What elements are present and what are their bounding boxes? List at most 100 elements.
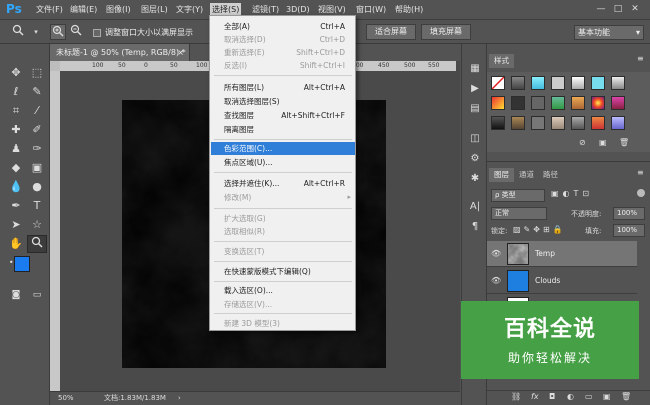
zoom-in-icon[interactable] [50, 24, 66, 40]
menu-item-similar[interactable]: 选取相似(R) [211, 225, 355, 238]
fill-screen-button[interactable]: 填充屏幕 [421, 24, 471, 40]
menu-edit[interactable]: 编辑(E) [68, 3, 99, 17]
chevron-right-icon[interactable]: › [178, 392, 181, 405]
close-icon[interactable]: × [177, 44, 184, 61]
style-swatch[interactable] [591, 76, 605, 90]
menu-item-isolate-layers[interactable]: 隔离图层 [211, 123, 355, 136]
style-swatch[interactable] [591, 116, 605, 130]
properties-panel-icon[interactable]: ▤ [468, 102, 482, 116]
resize-windows-checkbox[interactable] [93, 29, 101, 37]
style-swatch[interactable] [551, 76, 565, 90]
style-swatch[interactable] [611, 76, 625, 90]
menu-item-save-selection[interactable]: 存储选区(V)... [211, 298, 355, 311]
style-swatch[interactable] [571, 96, 585, 110]
menu-item-quick-mask-edit[interactable]: 在快速蒙版模式下编辑(Q) [211, 265, 355, 278]
quick-mask-icon[interactable]: ◙ [6, 286, 26, 304]
foreground-color-swatch[interactable] [14, 256, 30, 272]
style-swatch[interactable] [511, 76, 525, 90]
menu-item-new-3d-model[interactable]: 新建 3D 模型(3) [211, 317, 355, 330]
menu-window[interactable]: 窗口(W) [354, 3, 388, 17]
character-panel-icon[interactable]: A| [468, 200, 482, 214]
style-swatch[interactable] [511, 116, 525, 130]
trash-icon[interactable]: 🗑 [619, 138, 629, 147]
tab-paths[interactable]: 路径 [543, 168, 558, 182]
style-swatch[interactable] [491, 96, 505, 110]
link-icon[interactable]: ⛓ [511, 392, 521, 401]
path-select-tool-icon[interactable]: ➤ [6, 216, 26, 234]
trash-icon[interactable]: 🗑 [621, 392, 631, 401]
menu-item-inverse[interactable]: 反选(I) Shift+Ctrl+I [211, 59, 355, 72]
zoom-level[interactable]: 50% [58, 392, 74, 405]
style-swatch[interactable] [531, 76, 545, 90]
panel-menu-icon[interactable]: ≡ [637, 54, 644, 63]
menu-item-find-layers[interactable]: 查找图层 Alt+Shift+Ctrl+F [211, 109, 355, 122]
menu-item-select-and-mask[interactable]: 选择并遮住(K)... Alt+Ctrl+R [211, 177, 355, 190]
history-panel-icon[interactable]: ▦ [468, 62, 482, 76]
menu-help[interactable]: 帮助(H) [393, 3, 425, 17]
menu-item-select-all[interactable]: 全部(A) Ctrl+A [211, 20, 355, 33]
info-panel-icon[interactable]: ◫ [468, 132, 482, 146]
quick-select-tool-icon[interactable]: ✎ [27, 83, 47, 101]
stamp-tool-icon[interactable]: ♟ [6, 140, 26, 158]
menu-item-deselect[interactable]: 取消选择(D) Ctrl+D [211, 33, 355, 46]
menu-item-all-layers[interactable]: 所有图层(L) Alt+Ctrl+A [211, 81, 355, 94]
clear-style-icon[interactable]: ⊘ [579, 138, 586, 147]
eye-icon[interactable]: 👁 [491, 249, 501, 258]
style-none-swatch[interactable] [491, 76, 505, 90]
menu-item-modify[interactable]: 修改(M) ▸ [211, 191, 355, 204]
close-button[interactable]: ✕ [628, 3, 642, 16]
menu-item-reselect[interactable]: 重新选择(E) Shift+Ctrl+D [211, 46, 355, 59]
tab-styles[interactable]: 样式 [489, 54, 514, 68]
gradient-tool-icon[interactable]: ▣ [27, 159, 47, 177]
style-swatch[interactable] [611, 116, 625, 130]
tab-channels[interactable]: 通道 [519, 168, 534, 182]
dodge-tool-icon[interactable]: ● [27, 178, 47, 196]
style-swatch[interactable] [591, 96, 605, 110]
layer-row-temp[interactable]: 👁 Temp [487, 241, 637, 267]
chevron-down-icon[interactable]: ▾ [28, 24, 44, 40]
screen-mode-icon[interactable]: ▭ [27, 286, 47, 304]
mask-icon[interactable]: ◘ [549, 392, 555, 401]
style-swatch[interactable] [531, 116, 545, 130]
style-swatch[interactable] [551, 96, 565, 110]
layer-filter-icons[interactable]: ▣◐T⊡ [551, 189, 593, 198]
menu-item-grow[interactable]: 扩大选取(G) [211, 212, 355, 225]
brush-tool-icon[interactable]: ✐ [27, 121, 47, 139]
style-swatch[interactable] [571, 116, 585, 130]
blend-mode-select[interactable]: 正常 [491, 207, 547, 220]
menu-type[interactable]: 文字(Y) [174, 3, 205, 17]
fill-field[interactable]: 100% [613, 224, 645, 237]
eye-icon[interactable]: 👁 [491, 276, 501, 285]
menu-item-transform-selection[interactable]: 变换选区(T) [211, 245, 355, 258]
menu-item-deselect-layers[interactable]: 取消选择图层(S) [211, 95, 355, 108]
type-tool-icon[interactable]: T [27, 197, 47, 215]
lock-icons[interactable]: ▨✎✥⊞🔒 [513, 225, 566, 234]
zoom-tool-icon[interactable] [27, 235, 47, 253]
zoom-out-icon[interactable] [68, 24, 84, 40]
minimize-button[interactable]: — [594, 3, 608, 16]
style-swatch[interactable] [511, 96, 525, 110]
fit-screen-button[interactable]: 适合屏幕 [366, 24, 416, 40]
shape-tool-icon[interactable]: ☆ [27, 216, 47, 234]
brush-panel-icon[interactable]: ⚙ [468, 152, 482, 166]
fx-icon[interactable]: fx [531, 392, 539, 401]
menu-item-color-range[interactable]: 色彩范围(C)... [211, 142, 355, 155]
adjustment-icon[interactable]: ◐ [567, 392, 574, 401]
panel-menu-icon[interactable]: ≡ [637, 168, 644, 177]
filter-toggle-icon[interactable] [637, 189, 645, 197]
style-swatch[interactable] [571, 76, 585, 90]
style-swatch[interactable] [531, 96, 545, 110]
eraser-tool-icon[interactable]: ◆ [6, 159, 26, 177]
move-tool-icon[interactable]: ✥ [6, 64, 26, 82]
menu-item-focus-area[interactable]: 焦点区域(U)... [211, 156, 355, 169]
clone-source-icon[interactable]: ✱ [468, 172, 482, 186]
style-swatch[interactable] [611, 96, 625, 110]
menu-layer[interactable]: 图层(L) [139, 3, 170, 17]
marquee-tool-icon[interactable]: ⬚ [27, 64, 47, 82]
crop-tool-icon[interactable]: ⌗ [6, 102, 26, 120]
eyedropper-tool-icon[interactable]: ⁄ [27, 102, 47, 120]
layer-filter-select[interactable]: ρ 类型 [491, 189, 545, 202]
layer-row-clouds[interactable]: 👁 Clouds [487, 268, 637, 294]
new-layer-icon[interactable]: ▣ [603, 392, 611, 401]
lasso-tool-icon[interactable]: ℓ [6, 83, 26, 101]
